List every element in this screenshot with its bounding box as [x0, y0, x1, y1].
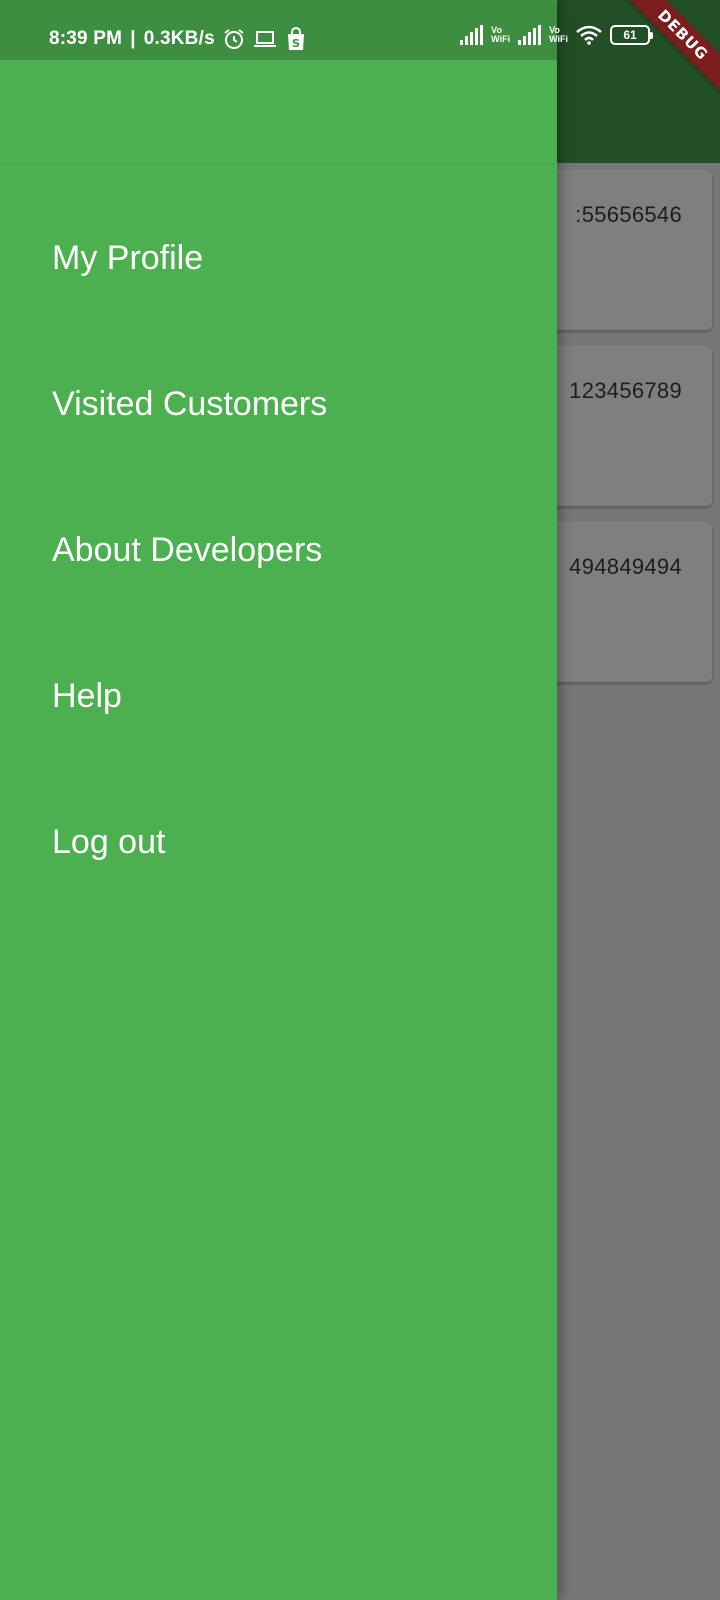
drawer-item-log-out[interactable]: Log out: [0, 769, 557, 915]
svg-text:S: S: [292, 37, 300, 50]
status-divider: |: [130, 28, 136, 49]
wifi-icon: [576, 25, 602, 45]
status-left: 8:39 PM | 0.3KB/s S: [49, 27, 307, 51]
signal-strength-icon: [518, 25, 542, 45]
drawer-item-about-developers[interactable]: About Developers: [0, 477, 557, 623]
alarm-icon: [224, 29, 244, 49]
signal-strength-icon: [460, 25, 484, 45]
customer-phone: 494849494: [569, 554, 682, 579]
vowifi-icon: Vo WiFi: [491, 25, 511, 44]
drawer-item-visited-customers[interactable]: Visited Customers: [0, 331, 557, 477]
status-network-speed: 0.3KB/s: [143, 28, 215, 49]
status-right: Vo WiFi Vo WiFi 61: [460, 25, 653, 45]
vowifi-icon: Vo WiFi: [549, 25, 568, 44]
navigation-drawer: My Profile Visited Customers About Devel…: [0, 0, 557, 1600]
status-bar: 8:39 PM | 0.3KB/s S Vo WiFi Vo WiFi 61: [0, 0, 720, 60]
customer-phone: :55656546: [575, 202, 682, 227]
drawer-header: [0, 60, 557, 165]
drawer-item-my-profile[interactable]: My Profile: [0, 185, 557, 331]
status-time: 8:39 PM: [49, 28, 123, 49]
laptop-icon: [253, 31, 276, 47]
customer-phone: 123456789: [569, 378, 682, 403]
shopping-bag-icon: S: [287, 27, 304, 50]
drawer-menu: My Profile Visited Customers About Devel…: [0, 185, 557, 915]
battery-icon: 61: [610, 25, 653, 45]
drawer-item-help[interactable]: Help: [0, 623, 557, 769]
